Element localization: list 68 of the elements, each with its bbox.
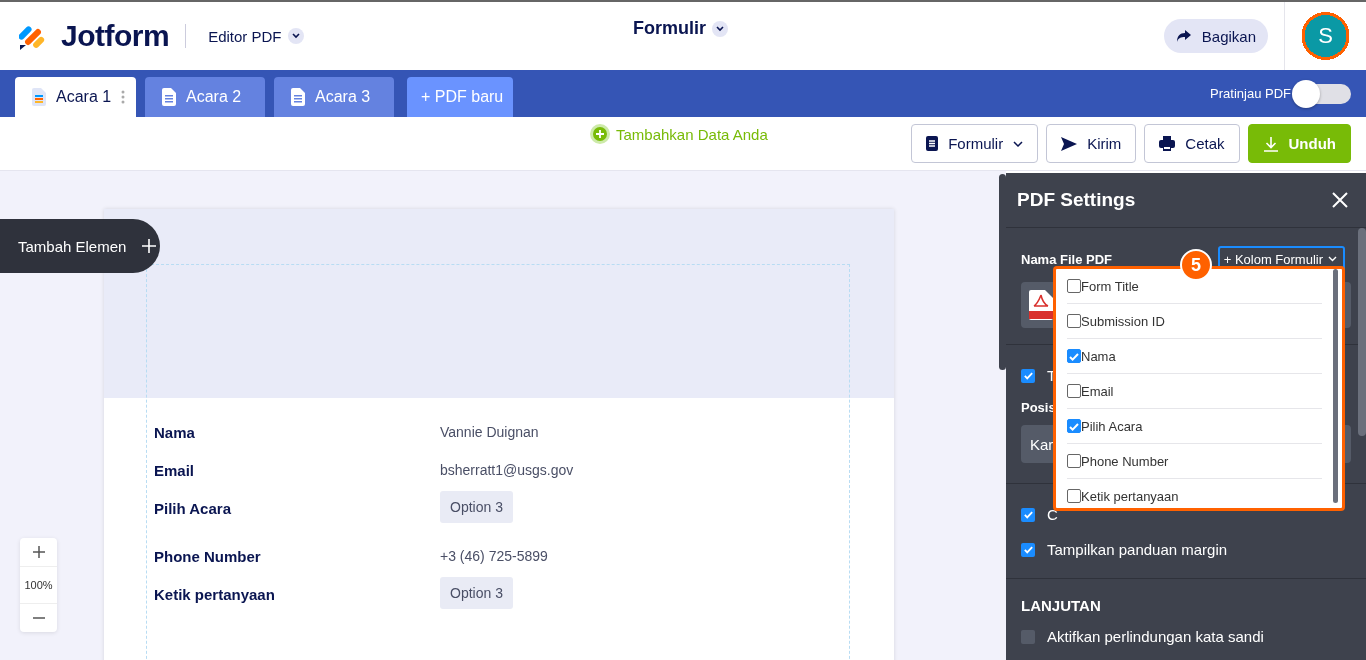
option-label: Aktifkan perlindungan kata sandi	[1047, 628, 1264, 645]
option-label: Tampilkan panduan margin	[1047, 541, 1228, 558]
zoom-level: 100%	[20, 566, 57, 604]
option-label: C	[1047, 506, 1058, 523]
document-tab[interactable]: Acara 2	[145, 77, 265, 117]
plus-icon	[142, 239, 157, 253]
download-icon	[1262, 135, 1279, 152]
chevron-icon	[716, 25, 724, 32]
chevron-icon	[1013, 140, 1024, 147]
form-menu-button[interactable]: Formulir	[911, 124, 1039, 163]
checkbox[interactable]	[1067, 419, 1081, 433]
field-label: Ketik pertanyaan	[154, 586, 276, 603]
document-tab[interactable]: Acara 3	[274, 77, 394, 117]
add-element-button[interactable]: Tambah Elemen	[0, 219, 160, 273]
option-chip: Option 3	[440, 577, 513, 609]
send-button[interactable]: Kirim	[1046, 124, 1137, 163]
field-label: Pilih Acara	[154, 500, 232, 517]
scrollbar[interactable]	[999, 174, 1006, 370]
document-icon	[926, 136, 939, 151]
send-icon	[1061, 136, 1078, 151]
editor-menu[interactable]: Editor PDF	[208, 27, 304, 45]
field-label: Nama	[154, 424, 196, 441]
step-badge: 5	[1180, 249, 1212, 281]
checkbox[interactable]	[1067, 279, 1081, 293]
field-label: Nama File PDF	[1021, 251, 1113, 267]
field-value: Vannie Duignan	[440, 424, 539, 440]
scrollbar[interactable]	[1333, 269, 1338, 503]
menu-item-label[interactable]: Email	[1081, 383, 1114, 399]
menu-item-label[interactable]: Submission ID	[1081, 313, 1165, 329]
section-title: LANJUTAN	[1021, 597, 1102, 614]
scrollbar[interactable]	[1358, 228, 1366, 436]
document-icon	[291, 88, 305, 106]
print-icon	[1159, 136, 1176, 151]
option-chip: Option 3	[440, 491, 513, 523]
document-icon	[32, 88, 46, 106]
field-label: Email	[154, 462, 196, 479]
checkbox[interactable]	[1067, 384, 1081, 398]
menu-item-label[interactable]: Phone Number	[1081, 453, 1169, 469]
checkbox[interactable]	[1067, 454, 1081, 468]
menu-item-label[interactable]: Nama	[1081, 348, 1116, 364]
chevron-icon	[1328, 256, 1337, 262]
logo-text: Jotform	[61, 19, 170, 53]
add-icon	[590, 124, 610, 144]
field-label: Phone Number	[154, 548, 262, 565]
checkbox[interactable]	[1021, 629, 1035, 644]
chevron-icon	[291, 33, 300, 39]
menu-item-label[interactable]: Form Title	[1081, 278, 1139, 294]
field-value: +3 (46) 725-5899	[440, 548, 548, 564]
share-icon	[1175, 29, 1192, 43]
document-icon	[162, 88, 176, 106]
checkbox[interactable]	[1067, 489, 1081, 503]
share-button[interactable]: Bagikan	[1163, 19, 1268, 53]
checkbox[interactable]	[1021, 368, 1035, 383]
checkbox[interactable]	[1067, 314, 1081, 328]
close-icon[interactable]	[1332, 192, 1348, 208]
menu-item-label[interactable]: Ketik pertanyaan	[1081, 488, 1179, 504]
preview-label: Pratinjau PDF	[1210, 86, 1291, 101]
menu-item-label[interactable]: Pilih Acara	[1081, 418, 1143, 434]
minus-icon	[32, 617, 45, 619]
plus-icon	[32, 546, 45, 558]
checkbox[interactable]	[1067, 349, 1081, 363]
panel-title: PDF Settings	[1017, 189, 1136, 211]
print-button[interactable]: Cetak	[1144, 124, 1240, 163]
field-value: bsherratt1@usgs.gov	[440, 462, 574, 478]
document-tab[interactable]: Acara 1	[15, 77, 136, 117]
form-title-menu[interactable]: Formulir	[633, 18, 728, 39]
checkbox[interactable]	[1021, 507, 1035, 522]
checkbox[interactable]	[1021, 542, 1035, 557]
